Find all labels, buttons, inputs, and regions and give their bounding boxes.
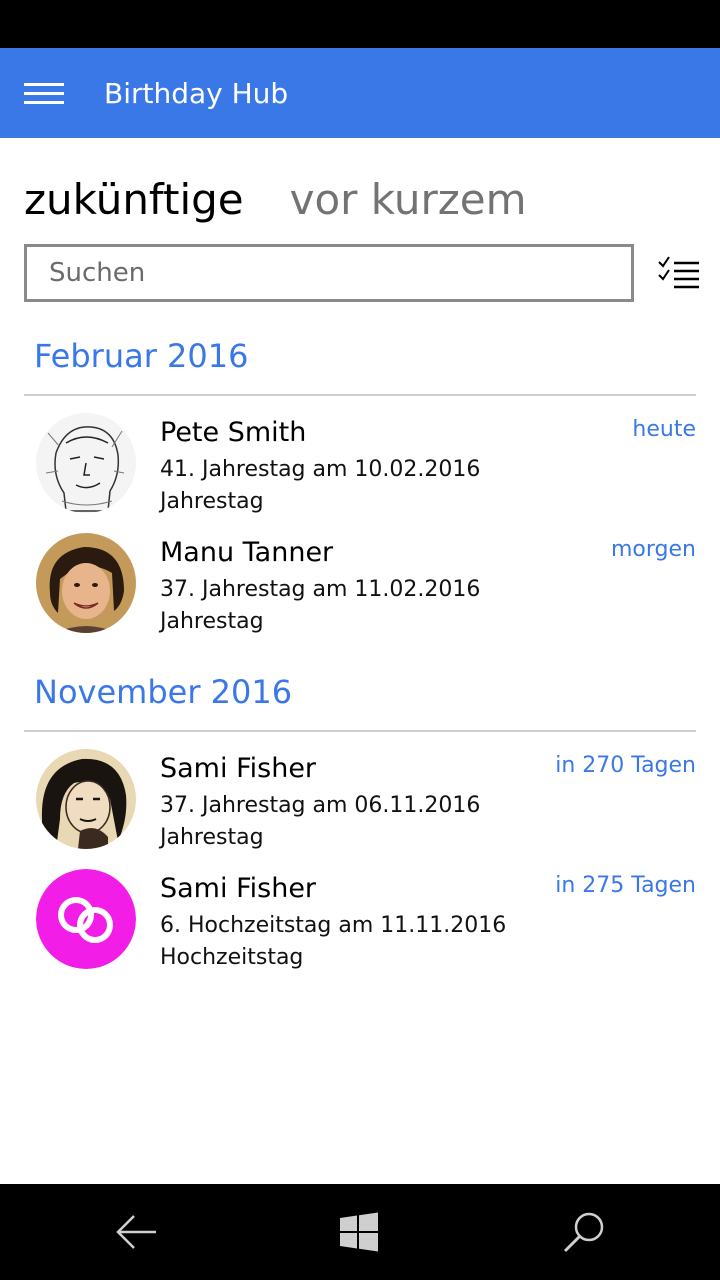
contact-name: Manu Tanner (160, 537, 334, 568)
windows-icon[interactable] (336, 1208, 384, 1256)
contact-name: Sami Fisher (160, 873, 317, 904)
contact-name: Pete Smith (160, 417, 307, 448)
contact-name: Sami Fisher (160, 753, 317, 784)
search-box (24, 244, 634, 302)
list-item[interactable]: Sami Fisher 37. Jahrestag am 06.11.2016 … (24, 749, 696, 859)
status-bar (0, 0, 720, 48)
app-bar: Birthday Hub (0, 48, 720, 138)
list-item[interactable]: Manu Tanner 37. Jahrestag am 11.02.2016 … (24, 533, 696, 643)
back-icon[interactable] (112, 1208, 160, 1256)
wedding-rings-icon (36, 869, 136, 969)
multi-select-icon[interactable] (656, 254, 700, 294)
hamburger-icon[interactable] (24, 83, 64, 105)
search-icon[interactable] (560, 1208, 608, 1256)
anniversary-type: Hochzeitstag (160, 945, 304, 970)
days-until: in 270 Tagen (555, 753, 696, 778)
search-input[interactable] (27, 247, 631, 299)
list-item[interactable]: Pete Smith 41. Jahrestag am 10.02.2016 J… (24, 413, 696, 523)
divider (24, 730, 696, 732)
tab-recent[interactable]: vor kurzem (290, 172, 527, 228)
avatar (36, 749, 136, 849)
anniversary-type: Jahrestag (160, 609, 264, 634)
anniversary-detail: 37. Jahrestag am 11.02.2016 (160, 577, 481, 602)
anniversary-detail: 37. Jahrestag am 06.11.2016 (160, 793, 481, 818)
anniversary-detail: 6. Hochzeitstag am 11.11.2016 (160, 913, 507, 938)
anniversary-type: Jahrestag (160, 489, 264, 514)
group-header-february: Februar 2016 (34, 337, 249, 375)
days-until: in 275 Tagen (555, 873, 696, 898)
divider (24, 394, 696, 396)
anniversary-detail: 41. Jahrestag am 10.02.2016 (160, 457, 481, 482)
avatar (36, 533, 136, 633)
days-until: heute (632, 417, 696, 442)
anniversary-type: Jahrestag (160, 825, 264, 850)
list-item[interactable]: Sami Fisher 6. Hochzeitstag am 11.11.201… (24, 869, 696, 979)
days-until: morgen (611, 537, 696, 562)
navigation-bar (0, 1184, 720, 1280)
group-header-november: November 2016 (34, 673, 293, 711)
pivot: zukünftige vor kurzem (24, 172, 573, 232)
avatar (36, 413, 136, 513)
app-title: Birthday Hub (104, 77, 289, 110)
tab-upcoming[interactable]: zukünftige (24, 172, 244, 228)
